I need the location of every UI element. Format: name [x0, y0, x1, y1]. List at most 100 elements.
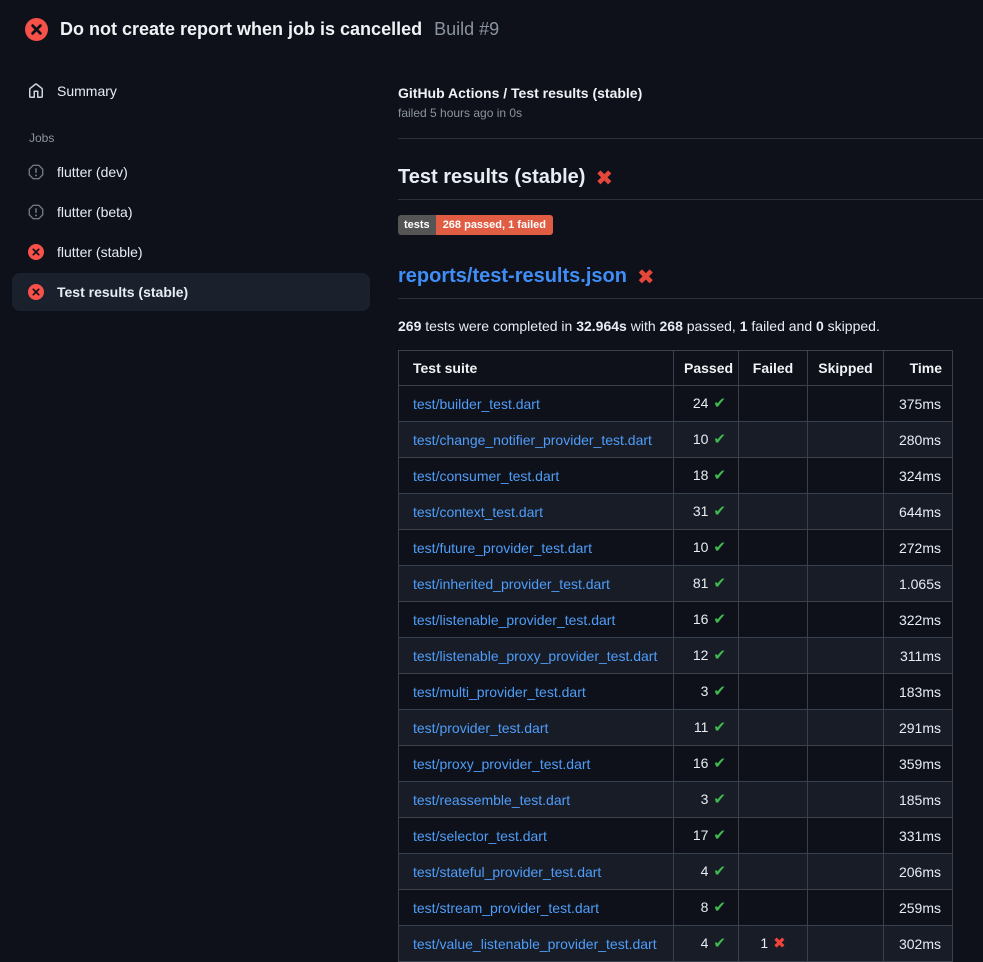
- check-run-header: Do not create report when job is cancell…: [0, 0, 983, 55]
- test-suite-link[interactable]: test/inherited_provider_test.dart: [413, 576, 610, 592]
- column-header-time: Time: [884, 351, 953, 386]
- failed-cell: [739, 638, 808, 674]
- failed-cell: 1✖: [739, 926, 808, 962]
- column-header-passed: Passed: [674, 351, 739, 386]
- test-suite-link[interactable]: test/builder_test.dart: [413, 396, 540, 412]
- time-cell: 272ms: [884, 530, 953, 566]
- check-icon: ✔: [713, 755, 726, 772]
- build-number: Build #9: [434, 19, 499, 40]
- suite-cell: test/multi_provider_test.dart: [399, 674, 674, 710]
- test-suite-link[interactable]: test/stateful_provider_test.dart: [413, 864, 601, 880]
- test-suite-link[interactable]: test/context_test.dart: [413, 504, 543, 520]
- table-row: test/stateful_provider_test.dart4✔206ms: [399, 854, 953, 890]
- summary-text-segment: failed and: [748, 318, 817, 334]
- summary-text-segment: passed,: [683, 318, 740, 334]
- skipped-cell: [808, 890, 884, 926]
- table-row: test/value_listenable_provider_test.dart…: [399, 926, 953, 962]
- check-icon: ✔: [713, 719, 726, 736]
- tests-summary-text: 269 tests were completed in 32.964s with…: [398, 318, 983, 334]
- summary-number: 1: [740, 318, 748, 334]
- test-suite-link[interactable]: test/future_provider_test.dart: [413, 540, 592, 556]
- time-cell: 183ms: [884, 674, 953, 710]
- failed-cell: [739, 530, 808, 566]
- sidebar-item-summary[interactable]: Summary: [12, 73, 370, 109]
- check-icon: ✔: [713, 899, 726, 916]
- check-icon: ✔: [713, 683, 726, 700]
- sidebar-item-flutter-beta[interactable]: flutter (beta): [12, 193, 370, 231]
- skipped-cell: [808, 494, 884, 530]
- section-heading-text: Test results (stable): [398, 166, 585, 189]
- failed-cell: [739, 386, 808, 422]
- table-row: test/multi_provider_test.dart3✔183ms: [399, 674, 953, 710]
- skipped-cell: [808, 638, 884, 674]
- failed-cell: [739, 746, 808, 782]
- passed-cell: 24✔: [674, 386, 739, 422]
- run-status-line: failed 5 hours ago in 0s: [398, 106, 983, 120]
- test-suite-link[interactable]: test/value_listenable_provider_test.dart: [413, 936, 657, 952]
- table-row: test/provider_test.dart11✔291ms: [399, 710, 953, 746]
- time-cell: 375ms: [884, 386, 953, 422]
- failed-cell: [739, 854, 808, 890]
- skipped-cell: [808, 710, 884, 746]
- passed-cell: 8✔: [674, 890, 739, 926]
- suite-cell: test/listenable_proxy_provider_test.dart: [399, 638, 674, 674]
- job-label: flutter (beta): [57, 204, 132, 220]
- suite-cell: test/value_listenable_provider_test.dart: [399, 926, 674, 962]
- suite-cell: test/future_provider_test.dart: [399, 530, 674, 566]
- column-header-skipped: Skipped: [808, 351, 884, 386]
- failed-cell: [739, 602, 808, 638]
- summary-number: 32.964s: [576, 318, 627, 334]
- test-suite-link[interactable]: test/change_notifier_provider_test.dart: [413, 432, 652, 448]
- report-file-link[interactable]: reports/test-results.json: [398, 265, 627, 288]
- test-suite-link[interactable]: test/reassemble_test.dart: [413, 792, 570, 808]
- sidebar-item-test-results-stable[interactable]: Test results (stable): [12, 273, 370, 311]
- summary-text-segment: tests were completed in: [421, 318, 576, 334]
- check-icon: ✔: [713, 395, 726, 412]
- check-icon: ✔: [713, 827, 726, 844]
- skipped-cell: [808, 530, 884, 566]
- suite-cell: test/reassemble_test.dart: [399, 782, 674, 818]
- table-row: test/consumer_test.dart 18✔ 324ms: [399, 458, 953, 494]
- failed-circle-icon: [25, 18, 48, 41]
- check-icon: ✔: [713, 863, 726, 880]
- table-row: test/listenable_provider_test.dart16✔322…: [399, 602, 953, 638]
- test-suite-link[interactable]: test/provider_test.dart: [413, 720, 548, 736]
- table-row: test/proxy_provider_test.dart16✔359ms: [399, 746, 953, 782]
- check-icon: ✔: [713, 467, 726, 484]
- sidebar-item-flutter-stable[interactable]: flutter (stable): [12, 233, 370, 271]
- table-header-row: Test suitePassedFailedSkippedTime: [399, 351, 953, 386]
- check-icon: ✔: [713, 503, 726, 520]
- passed-cell: 16✔: [674, 602, 739, 638]
- table-row: test/stream_provider_test.dart8✔259ms: [399, 890, 953, 926]
- test-suite-link[interactable]: test/multi_provider_test.dart: [413, 684, 586, 700]
- table-row: test/selector_test.dart17✔331ms: [399, 818, 953, 854]
- time-cell: 311ms: [884, 638, 953, 674]
- passed-cell: 12✔: [674, 638, 739, 674]
- test-suite-link[interactable]: test/consumer_test.dart: [413, 468, 559, 484]
- suite-cell: test/listenable_provider_test.dart: [399, 602, 674, 638]
- failed-cell: [739, 890, 808, 926]
- test-suite-link[interactable]: test/selector_test.dart: [413, 828, 547, 844]
- time-cell: 291ms: [884, 710, 953, 746]
- test-suite-link[interactable]: test/stream_provider_test.dart: [413, 900, 599, 916]
- tests-badge[interactable]: tests 268 passed, 1 failed: [398, 215, 553, 235]
- skipped-cell: [808, 386, 884, 422]
- sidebar-item-flutter-dev[interactable]: flutter (dev): [12, 153, 370, 191]
- check-icon: ✔: [713, 539, 726, 556]
- test-suite-link[interactable]: test/proxy_provider_test.dart: [413, 756, 590, 772]
- test-suite-link[interactable]: test/listenable_proxy_provider_test.dart: [413, 648, 657, 664]
- job-label: flutter (stable): [57, 244, 143, 260]
- time-cell: 324ms: [884, 458, 953, 494]
- check-icon: ✔: [713, 791, 726, 808]
- failed-cell: [739, 566, 808, 602]
- home-icon: [28, 83, 44, 99]
- table-row: test/inherited_provider_test.dart81✔1.06…: [399, 566, 953, 602]
- summary-number: 268: [660, 318, 683, 334]
- passed-cell: 18✔: [674, 458, 739, 494]
- test-suite-link[interactable]: test/listenable_provider_test.dart: [413, 612, 615, 628]
- time-cell: 206ms: [884, 854, 953, 890]
- cross-mark-icon: ✖: [595, 168, 613, 189]
- table-row: test/context_test.dart31✔644ms: [399, 494, 953, 530]
- failed-cell: [739, 458, 808, 494]
- time-cell: 644ms: [884, 494, 953, 530]
